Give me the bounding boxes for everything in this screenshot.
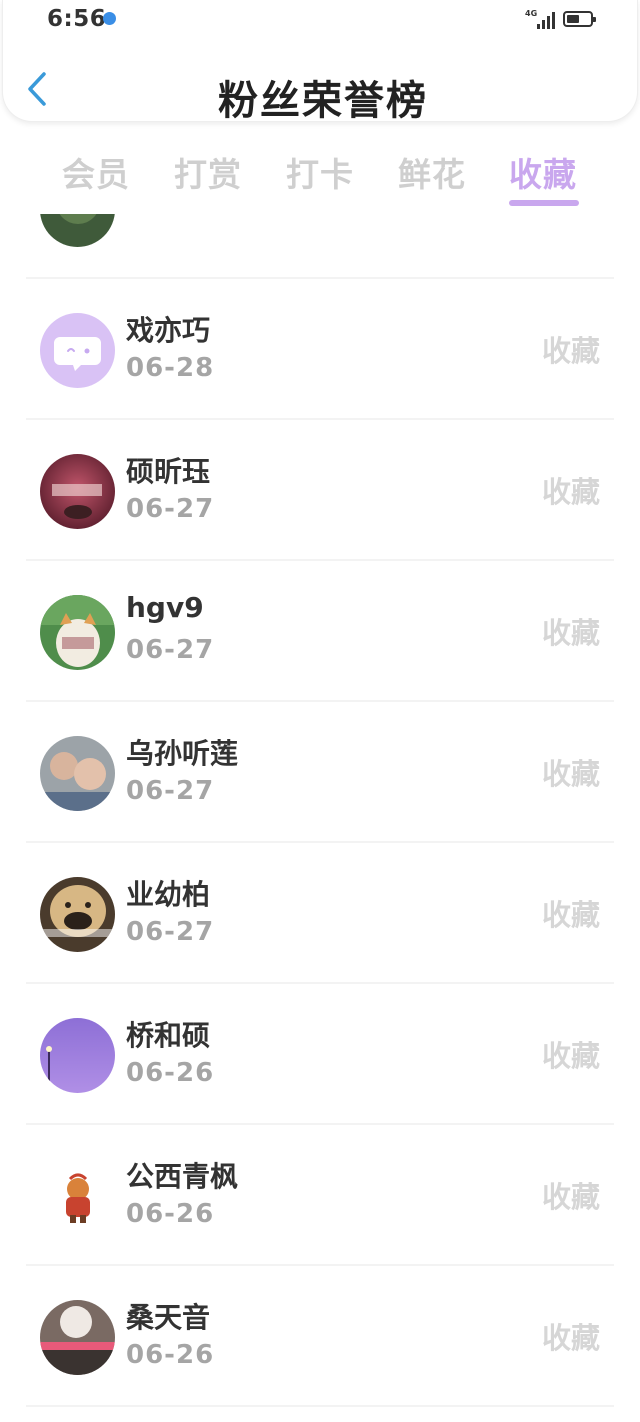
fan-date: 06-27 xyxy=(126,635,215,665)
avatar xyxy=(40,877,115,952)
fan-name: 公西青枫 xyxy=(126,1160,239,1193)
favorite-label: 收藏 xyxy=(541,334,600,368)
network-type: 4G xyxy=(525,9,538,18)
fan-name: 硕昕珏 xyxy=(126,455,211,488)
favorite-label: 收藏 xyxy=(541,475,600,509)
tab-flowers[interactable]: 鲜花 xyxy=(398,148,466,196)
page-title: 粉丝荣誉榜 xyxy=(218,78,428,124)
list-item[interactable]: 桑天音 06-26 收藏 xyxy=(0,1266,640,1407)
avatar xyxy=(40,454,115,529)
fan-name: 桥和硕 xyxy=(126,1019,211,1052)
fan-name: hgv9 xyxy=(126,591,204,624)
favorite-label: 收藏 xyxy=(541,616,600,650)
list-item[interactable]: 业幼柏 06-27 收藏 xyxy=(0,843,640,984)
favorite-label: 收藏 xyxy=(541,898,600,932)
status-time: 6:56 xyxy=(47,6,107,32)
fan-name: 业幼柏 xyxy=(126,878,211,911)
avatar xyxy=(40,595,115,670)
fan-date: 06-26 xyxy=(126,1340,215,1370)
fan-date: 06-28 xyxy=(126,353,215,383)
fan-name: 桑天音 xyxy=(126,1301,211,1334)
tab-tips[interactable]: 打赏 xyxy=(174,148,242,196)
favorite-label: 收藏 xyxy=(541,1180,600,1214)
avatar xyxy=(40,736,115,811)
fan-list[interactable]: 戏亦巧 06-28 收藏 硕昕珏 06-27 收藏 hgv9 06-27 收藏 … xyxy=(0,214,640,1422)
avatar xyxy=(40,214,115,247)
list-item[interactable]: 乌孙听莲 06-27 收藏 xyxy=(0,702,640,843)
list-item[interactable]: hgv9 06-27 收藏 xyxy=(0,561,640,702)
avatar xyxy=(40,1300,115,1375)
signal-icon: 4G xyxy=(525,9,555,29)
tab-bar: 会员 打赏 打卡 鲜花 收藏 xyxy=(0,140,640,210)
avatar xyxy=(40,313,115,388)
header-bar: 6:56 4G 粉丝荣誉榜 xyxy=(2,0,638,124)
status-indicators: 4G xyxy=(525,8,596,30)
fan-date: 06-27 xyxy=(126,917,215,947)
fan-date: 06-26 xyxy=(126,1058,215,1088)
tab-checkin[interactable]: 打卡 xyxy=(286,148,354,196)
list-item[interactable]: 桥和硕 06-26 收藏 xyxy=(0,984,640,1125)
avatar xyxy=(40,1159,115,1234)
favorite-label: 收藏 xyxy=(541,757,600,791)
fan-date: 06-26 xyxy=(126,1199,215,1229)
avatar xyxy=(40,1018,115,1093)
favorite-label: 收藏 xyxy=(541,1321,600,1355)
fan-name: 乌孙听莲 xyxy=(126,737,239,770)
favorite-label: 收藏 xyxy=(541,1039,600,1073)
list-item[interactable]: 硕昕珏 06-27 收藏 xyxy=(0,420,640,561)
list-item[interactable] xyxy=(0,214,640,279)
battery-icon xyxy=(563,11,596,27)
fan-name: 戏亦巧 xyxy=(126,314,211,347)
fan-date: 06-27 xyxy=(126,776,215,806)
fan-date: 06-27 xyxy=(126,494,215,524)
tab-favorites[interactable]: 收藏 xyxy=(509,148,577,196)
list-item[interactable]: 戏亦巧 06-28 收藏 xyxy=(0,279,640,420)
notification-dot-icon xyxy=(103,12,116,25)
tab-members[interactable]: 会员 xyxy=(62,148,130,196)
list-item[interactable]: 公西青枫 06-26 收藏 xyxy=(0,1125,640,1266)
screen: 6:56 4G 粉丝荣誉榜 会员 打赏 打卡 鲜花 收藏 戏亦巧 06-28 收… xyxy=(0,0,640,1422)
tab-active-indicator xyxy=(509,200,579,206)
